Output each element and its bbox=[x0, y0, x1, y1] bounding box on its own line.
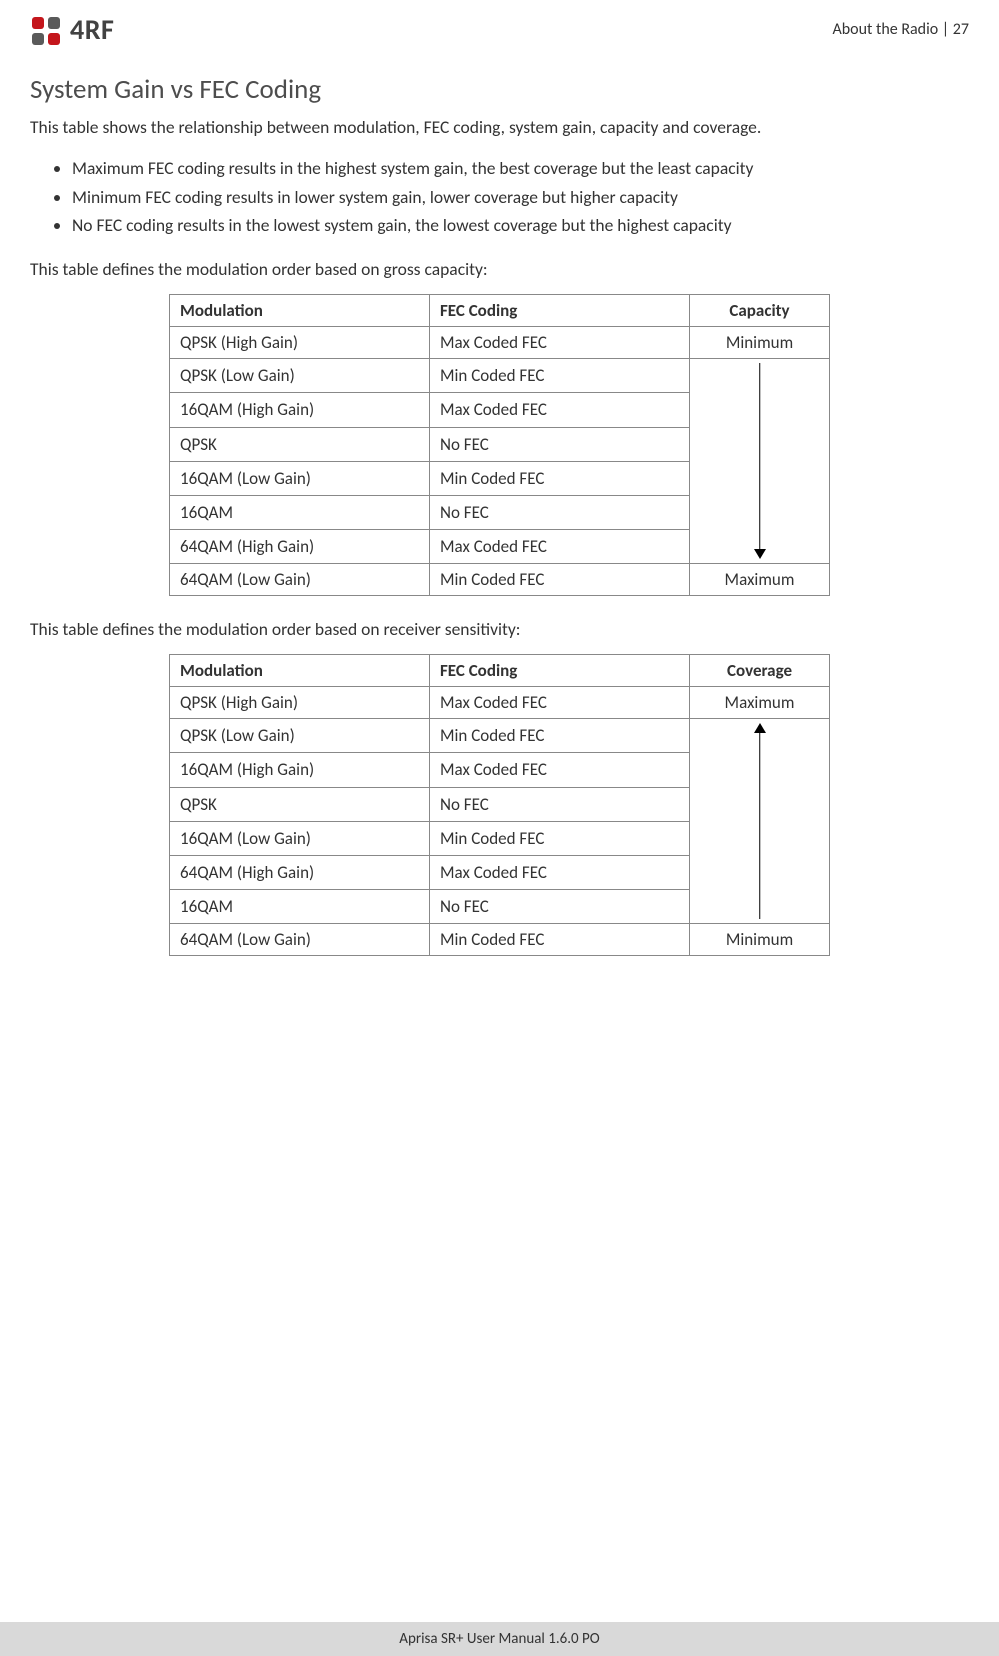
cell-fec: Min Coded FEC bbox=[430, 924, 690, 956]
cell-fec: Max Coded FEC bbox=[430, 393, 690, 427]
cell-capacity: Minimum bbox=[690, 924, 830, 956]
logo-icon bbox=[30, 15, 64, 45]
bullet-item: Maximum FEC coding results in the highes… bbox=[72, 154, 969, 183]
fec-bullet-list: Maximum FEC coding results in the highes… bbox=[40, 154, 969, 241]
col-modulation: Modulation bbox=[170, 655, 430, 687]
cell-capacity: Minimum bbox=[690, 327, 830, 359]
col-fec: FEC Coding bbox=[430, 655, 690, 687]
section-intro: This table shows the relationship betwee… bbox=[30, 116, 969, 140]
col-capacity: Capacity bbox=[690, 295, 830, 327]
cell-fec: Min Coded FEC bbox=[430, 564, 690, 596]
table2-intro: This table defines the modulation order … bbox=[30, 618, 969, 640]
cell-fec: Max Coded FEC bbox=[430, 855, 690, 889]
cell-fec: No FEC bbox=[430, 495, 690, 529]
table-row: QPSK (High Gain)Max Coded FECMaximum bbox=[170, 687, 830, 719]
cell-fec: Min Coded FEC bbox=[430, 359, 690, 393]
table1-intro: This table defines the modulation order … bbox=[30, 258, 969, 280]
table-row: QPSK (High Gain)Max Coded FECMinimum bbox=[170, 327, 830, 359]
cell-capacity: Maximum bbox=[690, 687, 830, 719]
cell-modulation: 64QAM (Low Gain) bbox=[170, 924, 430, 956]
page-header: 4RF About the Radio | 27 bbox=[30, 12, 969, 47]
arrow-up-icon bbox=[690, 719, 830, 924]
table-row: 64QAM (Low Gain)Min Coded FECMaximum bbox=[170, 564, 830, 596]
coverage-table: Modulation FEC Coding Coverage QPSK (Hig… bbox=[169, 654, 830, 956]
cell-fec: Max Coded FEC bbox=[430, 687, 690, 719]
bullet-item: No FEC coding results in the lowest syst… bbox=[72, 211, 969, 240]
cell-modulation: QPSK (Low Gain) bbox=[170, 359, 430, 393]
cell-fec: Max Coded FEC bbox=[430, 530, 690, 564]
cell-modulation: 16QAM (High Gain) bbox=[170, 753, 430, 787]
cell-modulation: 64QAM (High Gain) bbox=[170, 530, 430, 564]
cell-modulation: 16QAM (High Gain) bbox=[170, 393, 430, 427]
col-modulation: Modulation bbox=[170, 295, 430, 327]
cell-modulation: 16QAM (Low Gain) bbox=[170, 461, 430, 495]
table-row: QPSK (Low Gain)Min Coded FEC bbox=[170, 719, 830, 753]
col-coverage: Coverage bbox=[690, 655, 830, 687]
col-fec: FEC Coding bbox=[430, 295, 690, 327]
page-label: About the Radio | 27 bbox=[832, 20, 969, 39]
cell-modulation: 16QAM (Low Gain) bbox=[170, 821, 430, 855]
cell-fec: No FEC bbox=[430, 890, 690, 924]
page-footer: Aprisa SR+ User Manual 1.6.0 PO bbox=[0, 1622, 999, 1656]
arrow-down-icon bbox=[690, 359, 830, 564]
cell-modulation: QPSK (Low Gain) bbox=[170, 719, 430, 753]
cell-modulation: 64QAM (High Gain) bbox=[170, 855, 430, 889]
cell-fec: Min Coded FEC bbox=[430, 461, 690, 495]
footer-text: Aprisa SR+ User Manual 1.6.0 PO bbox=[399, 1630, 599, 1648]
capacity-table: Modulation FEC Coding Capacity QPSK (Hig… bbox=[169, 294, 830, 596]
bullet-item: Minimum FEC coding results in lower syst… bbox=[72, 183, 969, 212]
cell-fec: Min Coded FEC bbox=[430, 719, 690, 753]
cell-fec: Max Coded FEC bbox=[430, 753, 690, 787]
cell-modulation: 16QAM bbox=[170, 890, 430, 924]
table-row: 64QAM (Low Gain)Min Coded FECMinimum bbox=[170, 924, 830, 956]
cell-modulation: QPSK bbox=[170, 427, 430, 461]
section-heading: System Gain vs FEC Coding bbox=[30, 73, 969, 106]
cell-capacity: Maximum bbox=[690, 564, 830, 596]
cell-modulation: QPSK (High Gain) bbox=[170, 327, 430, 359]
table-header-row: Modulation FEC Coding Coverage bbox=[170, 655, 830, 687]
cell-fec: No FEC bbox=[430, 427, 690, 461]
cell-modulation: QPSK (High Gain) bbox=[170, 687, 430, 719]
logo-text: 4RF bbox=[70, 12, 114, 47]
cell-modulation: 16QAM bbox=[170, 495, 430, 529]
cell-modulation: QPSK bbox=[170, 787, 430, 821]
company-logo: 4RF bbox=[30, 12, 114, 47]
cell-fec: Max Coded FEC bbox=[430, 327, 690, 359]
table-header-row: Modulation FEC Coding Capacity bbox=[170, 295, 830, 327]
cell-modulation: 64QAM (Low Gain) bbox=[170, 564, 430, 596]
table-row: QPSK (Low Gain)Min Coded FEC bbox=[170, 359, 830, 393]
cell-fec: Min Coded FEC bbox=[430, 821, 690, 855]
cell-fec: No FEC bbox=[430, 787, 690, 821]
